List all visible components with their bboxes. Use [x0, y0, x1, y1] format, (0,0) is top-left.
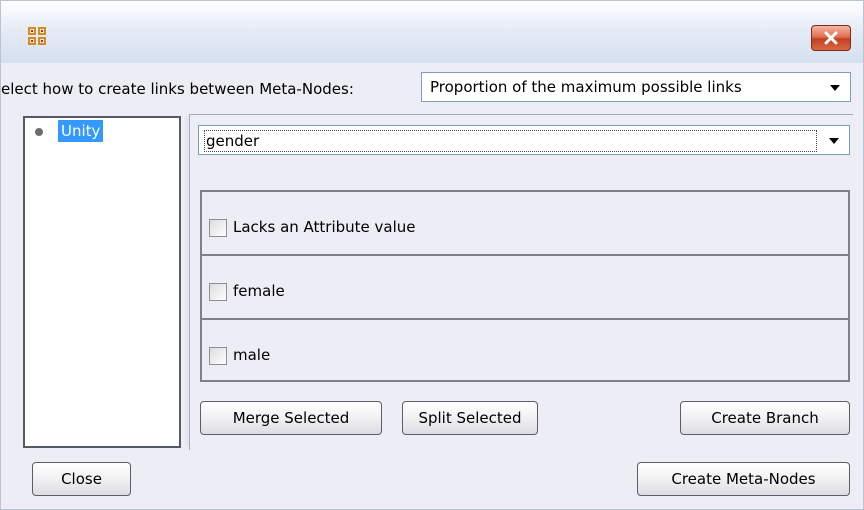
link-method-label: elect how to create links between Meta-N… [1, 80, 354, 98]
attribute-value-label: male [233, 346, 271, 364]
link-method-select[interactable]: Proportion of the maximum possible links [421, 72, 851, 102]
meta-node-dialog: elect how to create links between Meta-N… [0, 0, 864, 510]
merge-selected-button[interactable]: Merge Selected [200, 401, 382, 435]
attribute-value-row[interactable]: Lacks an Attribute value [202, 192, 848, 256]
close-window-button[interactable] [811, 25, 851, 51]
close-button[interactable]: Close [32, 462, 131, 496]
chevron-down-icon[interactable] [830, 85, 840, 91]
network-grid-icon [27, 26, 47, 46]
attribute-select-value: gender [204, 130, 817, 152]
attribute-value-label: female [233, 282, 285, 300]
title-bar [1, 1, 863, 63]
attribute-checkbox[interactable] [209, 219, 227, 237]
split-selected-button[interactable]: Split Selected [402, 401, 538, 435]
attribute-value-label: Lacks an Attribute value [233, 218, 416, 236]
link-method-value: Proportion of the maximum possible links [430, 78, 742, 96]
close-x-icon [824, 31, 838, 45]
create-branch-button[interactable]: Create Branch [680, 401, 850, 435]
chevron-down-icon[interactable] [829, 138, 839, 144]
meta-node-tree[interactable]: Unity [23, 116, 181, 448]
attribute-value-list: Lacks an Attribute value female male [200, 190, 850, 382]
attribute-value-row[interactable]: female [202, 256, 848, 320]
attribute-checkbox[interactable] [209, 283, 227, 301]
attribute-checkbox[interactable] [209, 347, 227, 365]
attribute-select[interactable]: gender [198, 125, 850, 155]
tree-item-unity[interactable]: Unity [58, 120, 104, 142]
attribute-value-row[interactable]: male [202, 320, 848, 384]
create-meta-nodes-button[interactable]: Create Meta-Nodes [637, 462, 850, 496]
tree-node-bullet-icon [35, 128, 43, 136]
